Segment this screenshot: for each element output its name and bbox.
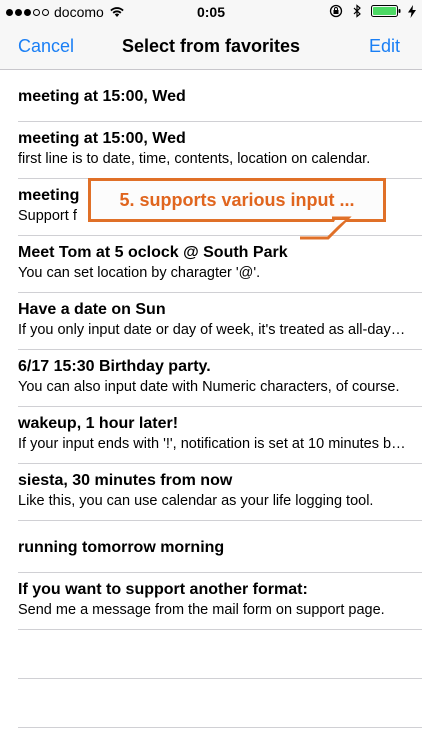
list-item[interactable]: siesta, 30 minutes from now Like this, y… <box>0 464 422 521</box>
list-item-title: If you want to support another format: <box>18 581 308 598</box>
list-item-subtitle: first line is to date, time, contents, l… <box>18 151 371 167</box>
empty-row <box>0 679 422 728</box>
list-item[interactable]: If you want to support another format: S… <box>0 573 422 630</box>
callout-pointer <box>300 216 352 240</box>
bluetooth-icon <box>353 4 361 18</box>
list-item-title: meeting at 15:00, Wed <box>18 130 186 147</box>
navigation-bar: Cancel Select from favorites Edit <box>0 26 422 70</box>
list-item[interactable]: meeting at 15:00, Wed first line is to d… <box>0 122 422 179</box>
list-item[interactable]: wakeup, 1 hour later! If your input ends… <box>0 407 422 464</box>
list-item-title: running tomorrow morning <box>18 539 225 556</box>
rotation-lock-icon <box>329 4 343 18</box>
list-item[interactable]: 6/17 15:30 Birthday party. You can also … <box>0 350 422 407</box>
list-item-title: siesta, 30 minutes from now <box>18 472 233 489</box>
status-right <box>329 4 416 18</box>
list-item[interactable]: Have a date on Sun If you only input dat… <box>0 293 422 350</box>
favorites-list: meeting at 15:00, Wed meeting at 15:00, … <box>0 70 422 728</box>
cancel-button[interactable]: Cancel <box>18 36 74 57</box>
empty-row <box>0 630 422 679</box>
list-item-subtitle: You can set location by charagter '@'. <box>18 265 261 281</box>
battery-icon <box>371 5 401 17</box>
list-item-title: Have a date on Sun <box>18 301 166 318</box>
edit-button[interactable]: Edit <box>369 36 400 57</box>
list-item-title: 6/17 15:30 Birthday party. <box>18 358 211 375</box>
list-item-title: Meet Tom at 5 oclock @ South Park <box>18 244 288 261</box>
status-bar: docomo 0:05 <box>0 0 422 26</box>
list-item-subtitle: If your input ends with '!', notificatio… <box>18 436 408 452</box>
list-item[interactable]: running tomorrow morning <box>0 521 422 573</box>
list-item-subtitle: Like this, you can use calendar as your … <box>18 493 374 509</box>
list-item-subtitle: Send me a message from the mail form on … <box>18 602 385 618</box>
list-item[interactable]: meeting at 15:00, Wed <box>0 70 422 122</box>
charging-icon <box>408 4 416 18</box>
list-item-subtitle: You can also input date with Numeric cha… <box>18 379 400 395</box>
list-item-subtitle: If you only input date or day of week, i… <box>18 322 408 338</box>
list-item-title: meeting at 15:00, Wed <box>18 88 186 105</box>
list-item-title: wakeup, 1 hour later! <box>18 415 179 432</box>
